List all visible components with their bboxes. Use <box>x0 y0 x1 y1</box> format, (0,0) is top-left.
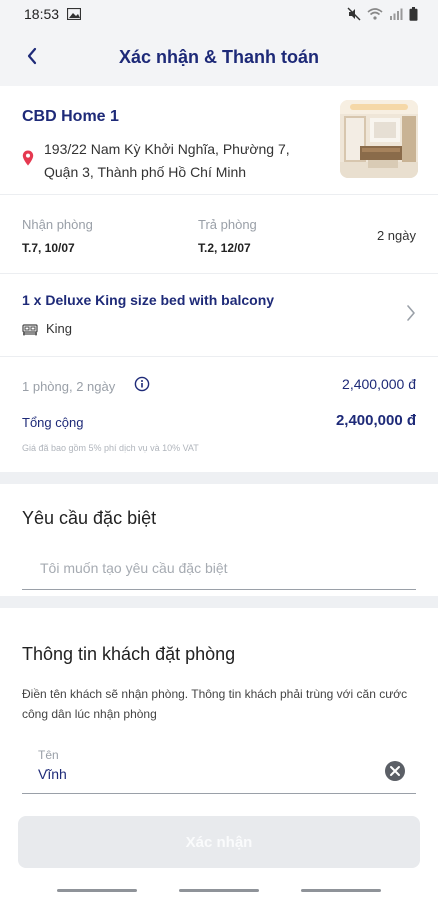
guest-name-field[interactable]: Tên Vĩnh <box>22 746 416 794</box>
signal-icon <box>389 8 403 20</box>
bed-type: King <box>46 321 73 336</box>
room-title: 1 x Deluxe King size bed with balcony <box>22 292 275 308</box>
nav-back-button[interactable] <box>301 889 381 892</box>
price-breakdown-label: 1 phòng, 2 ngày <box>22 379 116 394</box>
hotel-name: CBD Home 1 <box>22 108 119 125</box>
special-request-card: Yêu cầu đặc biệt Tôi muốn tạo yêu cầu đặ… <box>0 484 438 596</box>
total-value: 2,400,000 đ <box>335 412 416 429</box>
wifi-icon <box>367 8 383 20</box>
battery-icon <box>409 7 418 21</box>
guest-info-title: Thông tin khách đặt phòng <box>22 644 236 664</box>
checkin-date: T.7, 10/07 <box>22 241 75 255</box>
status-right <box>347 7 418 21</box>
nights-count: 2 ngày <box>376 228 416 243</box>
bed-icon <box>22 323 38 341</box>
hotel-address: 193/22 Nam Kỳ Khởi Nghĩa, Phường 7, Quận… <box>44 141 290 180</box>
special-request-input[interactable]: Tôi muốn tạo yêu cầu đặc biệt <box>22 554 416 590</box>
tax-note: Giá đã bao gồm 5% phí dịch vụ và 10% VAT <box>22 443 199 453</box>
nav-recents-button[interactable] <box>57 889 137 892</box>
status-time: 18:53 <box>24 6 60 22</box>
status-bar: 18:53 <box>0 0 438 28</box>
system-nav-bar <box>0 880 438 900</box>
special-request-title: Yêu cầu đặc biệt <box>22 508 157 528</box>
price-breakdown-value: 2,400,000 đ <box>342 376 416 392</box>
info-icon[interactable] <box>134 376 150 397</box>
guest-name-label: Tên <box>38 748 59 762</box>
room-detail-row[interactable]: 1 x Deluxe King size bed with balcony Ki… <box>0 274 438 356</box>
status-left: 18:53 <box>24 6 82 22</box>
mute-icon <box>347 7 361 21</box>
back-button[interactable] <box>18 42 46 70</box>
page-title: Xác nhận & Thanh toán <box>118 46 319 67</box>
clear-icon[interactable] <box>384 760 406 787</box>
special-request-placeholder: Tôi muốn tạo yêu cầu đặc biệt <box>40 560 228 576</box>
confirm-button[interactable]: Xác nhận <box>18 816 420 868</box>
hotel-photo[interactable] <box>340 100 418 178</box>
divider <box>0 194 438 195</box>
nav-home-button[interactable] <box>179 889 259 892</box>
location-pin-icon <box>22 150 34 171</box>
guest-info-description: Điền tên khách sẽ nhận phòng. Thông tin … <box>22 687 408 721</box>
app-header: Xác nhận & Thanh toán <box>0 28 438 86</box>
guest-name-value: Vĩnh <box>38 766 67 782</box>
divider <box>0 356 438 357</box>
checkout-label: Trả phòng <box>198 217 257 232</box>
gallery-notification-icon <box>67 8 82 20</box>
chevron-left-icon <box>27 47 37 65</box>
booking-summary-card: CBD Home 1 193/22 Nam Kỳ Khởi Nghĩa, Phư… <box>0 86 438 472</box>
checkin-label: Nhận phòng <box>22 217 93 232</box>
checkout-date: T.2, 12/07 <box>198 241 251 255</box>
total-label: Tổng cộng <box>22 415 84 430</box>
chevron-right-icon <box>406 304 416 327</box>
